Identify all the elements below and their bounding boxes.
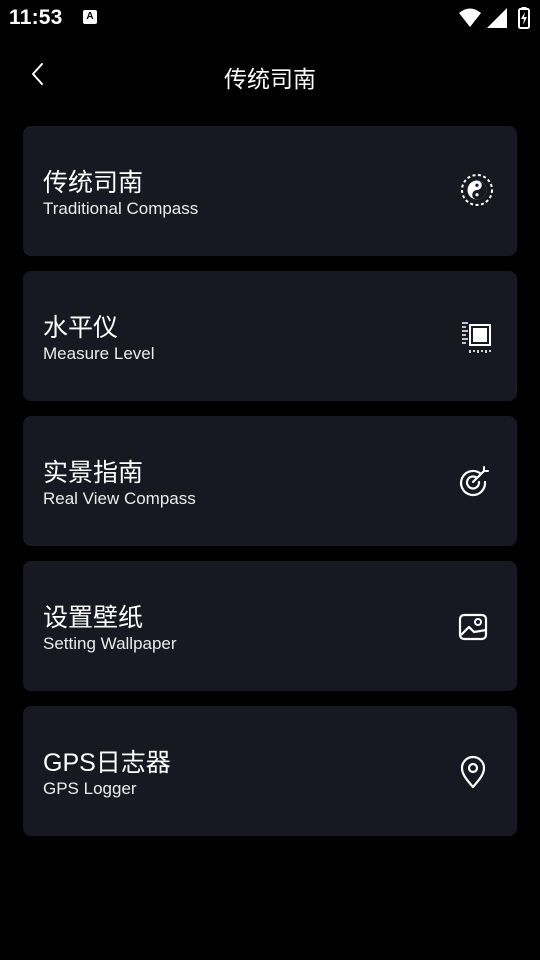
card-title: 设置壁纸 bbox=[43, 604, 144, 632]
image-icon bbox=[455, 609, 491, 645]
card-subtitle: Traditional Compass bbox=[43, 199, 199, 218]
page-title: 传统司南 bbox=[224, 66, 316, 92]
card-subtitle: GPS Logger bbox=[43, 779, 137, 798]
card-title: 实景指南 bbox=[43, 459, 144, 487]
card-title: 传统司南 bbox=[43, 169, 144, 197]
card-title: 水平仪 bbox=[43, 314, 119, 342]
signal-icon bbox=[487, 8, 507, 28]
menu-card-measure-level[interactable]: 水平仪 Measure Level bbox=[23, 271, 517, 401]
card-subtitle: Setting Wallpaper bbox=[43, 634, 177, 653]
card-subtitle: Measure Level bbox=[43, 344, 155, 363]
target-icon bbox=[455, 464, 491, 500]
card-title: GPS日志器 bbox=[43, 749, 171, 777]
menu-card-gps-logger[interactable]: GPS日志器 GPS Logger bbox=[23, 706, 517, 836]
menu-card-traditional-compass[interactable]: 传统司南 Traditional Compass bbox=[23, 126, 517, 256]
app-notification-icon: A bbox=[83, 10, 97, 24]
wifi-icon bbox=[459, 8, 481, 27]
header: 传统司南 bbox=[0, 46, 540, 102]
battery-icon bbox=[518, 7, 530, 29]
card-subtitle: Real View Compass bbox=[43, 489, 196, 508]
menu-card-real-view-compass[interactable]: 实景指南 Real View Compass bbox=[23, 416, 517, 546]
location-pin-icon bbox=[455, 754, 491, 790]
status-bar: 11:53 A bbox=[0, 0, 540, 36]
level-meter-icon bbox=[459, 319, 495, 355]
yin-yang-compass-icon bbox=[459, 172, 495, 208]
menu-card-setting-wallpaper[interactable]: 设置壁纸 Setting Wallpaper bbox=[23, 561, 517, 691]
status-time: 11:53 bbox=[9, 6, 63, 29]
